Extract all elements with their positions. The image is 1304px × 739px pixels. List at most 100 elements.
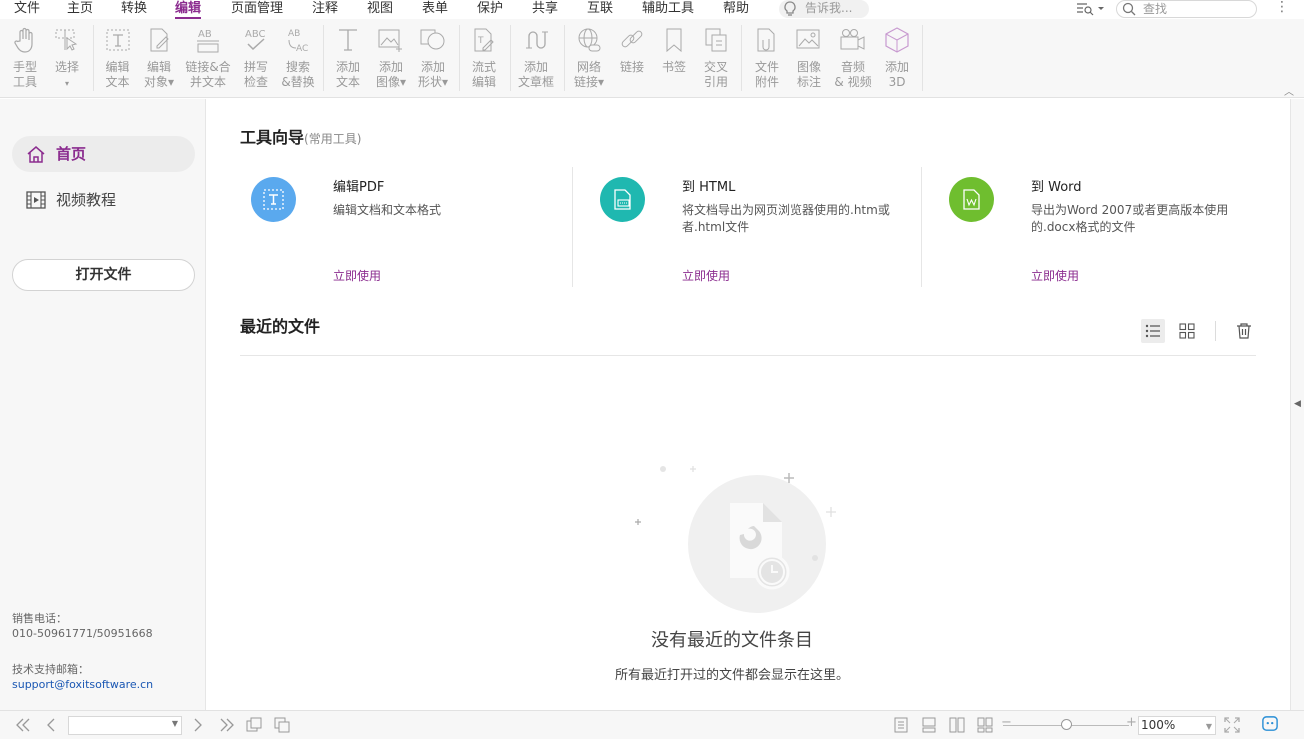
- list-view-button[interactable]: [1141, 319, 1165, 343]
- tool-label: 链接: [619, 60, 644, 74]
- previous-view-icon[interactable]: [245, 717, 263, 733]
- sidebar-item-video-tutorials[interactable]: 视频教程: [12, 182, 195, 218]
- edit-text-button[interactable]: 编辑 文本: [97, 19, 138, 95]
- menu-edit[interactable]: 编辑: [175, 0, 202, 19]
- card-description: 编辑文档和文本格式: [333, 203, 442, 217]
- file-attachment-button[interactable]: 文件 附件: [746, 19, 788, 95]
- tool-card-edit-pdf[interactable]: 编辑PDF 编辑文档和文本格式 立即使用: [241, 167, 590, 287]
- link-button[interactable]: 链接: [612, 19, 652, 95]
- tell-me-box[interactable]: 告诉我...: [779, 0, 869, 18]
- display-options-button[interactable]: [1076, 1, 1106, 17]
- menu-protect[interactable]: 保护: [477, 0, 503, 19]
- menu-view[interactable]: 视图: [367, 0, 393, 19]
- facing-pages-icon[interactable]: [949, 717, 965, 733]
- film-icon: [26, 191, 46, 209]
- cross-reference-icon: [705, 28, 727, 52]
- empty-recent-title: 没有最近的文件条目: [651, 630, 813, 651]
- add-text-button[interactable]: 添加 文本: [328, 19, 368, 95]
- tool-label: & 视频: [834, 75, 872, 89]
- card-title: 到 HTML: [682, 180, 736, 195]
- add-3d-button[interactable]: 添加 3D: [876, 19, 918, 95]
- single-page-icon[interactable]: [893, 717, 909, 733]
- collapse-ribbon-icon[interactable]: ︿: [1284, 83, 1294, 98]
- menu-help[interactable]: 帮助: [723, 0, 749, 19]
- continuous-page-icon[interactable]: [921, 717, 937, 733]
- open-file-button[interactable]: 打开文件: [12, 259, 195, 291]
- spell-check-button[interactable]: ABC 拼写 检查: [236, 19, 276, 95]
- use-now-link[interactable]: 立即使用: [1031, 267, 1079, 284]
- menu-form[interactable]: 表单: [422, 0, 448, 19]
- link-merge-text-button[interactable]: AB 链接&合 并文本: [182, 19, 234, 95]
- audio-video-button[interactable]: 音频 & 视频: [831, 19, 875, 95]
- add-article-box-button[interactable]: 添加 文章框: [514, 19, 558, 95]
- file-attachment-icon: [757, 28, 775, 52]
- last-page-icon[interactable]: [218, 717, 236, 733]
- grid-view-button[interactable]: [1175, 319, 1199, 343]
- display-options-icon: [1077, 3, 1104, 16]
- tool-label: 3D: [888, 75, 906, 89]
- tool-label: 编辑: [105, 60, 130, 74]
- support-label: 技术支持邮箱：: [12, 663, 89, 676]
- tool-label: 添加: [378, 60, 403, 74]
- select-tool-button[interactable]: 选择 ▾: [47, 19, 87, 95]
- next-page-icon[interactable]: [192, 717, 204, 733]
- search-input[interactable]: 查找: [1116, 0, 1257, 18]
- next-view-icon[interactable]: [273, 717, 291, 733]
- menu-comment[interactable]: 注释: [312, 0, 338, 19]
- ribbon-separator: [510, 25, 511, 91]
- image-annotation-button[interactable]: 图像 标注: [788, 19, 830, 95]
- menu-page-manage[interactable]: 页面管理: [231, 0, 283, 19]
- menu-file[interactable]: 文件: [14, 0, 40, 19]
- link-merge-text-icon: AB: [197, 29, 219, 53]
- recent-divider: [240, 355, 1256, 356]
- continuous-facing-icon[interactable]: [977, 717, 993, 733]
- menu-share[interactable]: 共享: [532, 0, 558, 19]
- zoom-slider-handle[interactable]: [1060, 719, 1072, 730]
- chevron-down-icon: ▼: [1205, 722, 1212, 731]
- svg-text:AC: AC: [296, 44, 308, 54]
- first-page-icon[interactable]: [14, 717, 32, 733]
- menu-convert[interactable]: 转换: [121, 0, 147, 19]
- add-image-button[interactable]: 添加 图像▾: [370, 19, 412, 95]
- fullscreen-icon[interactable]: [1224, 717, 1240, 733]
- card-description: 将文档导出为网页浏览器使用的.htm或者.html文件: [682, 203, 890, 234]
- grid-view-icon: [1179, 323, 1195, 339]
- hand-tool-button[interactable]: 手型 工具: [4, 19, 46, 95]
- tool-label: 编辑: [146, 60, 171, 74]
- clear-recent-button[interactable]: [1232, 319, 1256, 343]
- use-now-link[interactable]: 立即使用: [682, 267, 730, 284]
- sidebar-item-home[interactable]: 首页: [12, 136, 195, 172]
- tool-label: 文件: [754, 60, 779, 74]
- page-number-input[interactable]: ▼: [68, 716, 182, 735]
- add-shape-button[interactable]: 添加 形状▾: [412, 19, 454, 95]
- zoom-level-select[interactable]: 100% ▼: [1138, 716, 1216, 735]
- tool-label: 文章框: [517, 75, 554, 89]
- to-word-icon: [963, 189, 980, 210]
- tool-label: 并文本: [189, 75, 226, 89]
- tool-label: 书签: [661, 60, 686, 74]
- bookmark-icon: [666, 28, 682, 53]
- web-link-button[interactable]: 网络 链接▾: [568, 19, 610, 95]
- tool-card-to-word[interactable]: 到 Word 导出为Word 2007或者更高版本使用的.docx格式的文件 立…: [939, 167, 1288, 287]
- home-main-panel: 工具向导(常用工具) 编辑PDF 编辑文档和文本格式 立即使用 到 HTML 将…: [207, 99, 1290, 710]
- use-now-link[interactable]: 立即使用: [333, 267, 381, 284]
- flow-edit-button[interactable]: T 流式 编辑: [463, 19, 505, 95]
- image-annotation-icon: [796, 29, 820, 49]
- tool-card-to-html[interactable]: 到 HTML 将文档导出为网页浏览器使用的.htm或者.html文件 立即使用: [590, 167, 939, 287]
- zoom-out-icon[interactable]: −: [1001, 716, 1012, 732]
- sidebar-item-label: 首页: [56, 145, 87, 163]
- more-options-icon[interactable]: ⋮: [1275, 0, 1289, 15]
- previous-page-icon[interactable]: [45, 717, 57, 733]
- bookmark-button[interactable]: 书签: [654, 19, 694, 95]
- assistant-chat-icon[interactable]: [1261, 716, 1279, 732]
- edit-object-button[interactable]: 编辑 对象▾: [139, 19, 179, 95]
- right-panel-toggle[interactable]: ◀: [1290, 99, 1304, 710]
- menu-home[interactable]: 主页: [67, 0, 93, 19]
- support-email-link[interactable]: support@foxitsoftware.cn: [12, 677, 153, 692]
- menu-connect[interactable]: 互联: [587, 0, 613, 19]
- cross-reference-button[interactable]: 交叉 引用: [696, 19, 736, 95]
- menu-accessibility[interactable]: 辅助工具: [642, 0, 694, 19]
- zoom-in-icon[interactable]: +: [1126, 716, 1137, 732]
- search-replace-button[interactable]: AB AC 搜索 &替换: [278, 19, 318, 95]
- search-replace-icon: AB AC: [288, 29, 308, 54]
